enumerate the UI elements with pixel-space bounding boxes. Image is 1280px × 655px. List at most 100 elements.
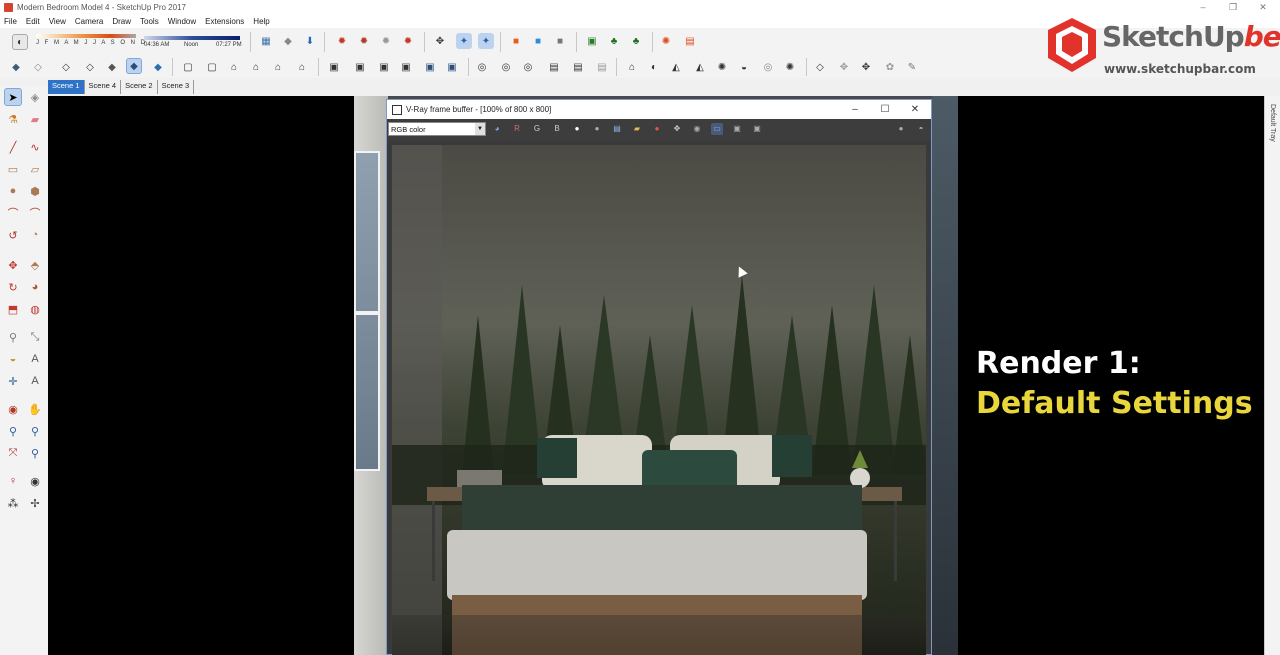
vfb-minimize-button[interactable]: – bbox=[841, 100, 869, 119]
menu-tools[interactable]: Tools bbox=[140, 17, 159, 26]
position-camera-icon[interactable]: ♀ bbox=[4, 472, 22, 490]
move-up-icon[interactable]: ✥ bbox=[858, 59, 874, 75]
alpha-white-icon[interactable]: ● bbox=[571, 123, 583, 135]
vray-sun-icon[interactable]: ✺ bbox=[782, 59, 798, 75]
hidden-line-style-icon[interactable]: ◇ bbox=[82, 59, 98, 75]
sandbox-scratch-icon[interactable]: ◎ bbox=[498, 59, 514, 75]
move-object-icon[interactable]: ✥ bbox=[432, 33, 448, 49]
union-icon[interactable]: ▣ bbox=[326, 59, 342, 75]
shadows-toggle-icon[interactable]: ◐ bbox=[12, 34, 28, 50]
section-plane-tool-icon[interactable]: ✢ bbox=[26, 494, 44, 512]
render-teapot-icon[interactable]: ◓ bbox=[915, 123, 927, 135]
vfb-close-button[interactable]: ✕ bbox=[901, 100, 929, 119]
menu-window[interactable]: Window bbox=[168, 17, 196, 26]
sun-light-icon[interactable]: ✺ bbox=[658, 33, 674, 49]
xray-style-icon[interactable]: ◇ bbox=[30, 59, 46, 75]
share-model-icon[interactable]: ◆ bbox=[280, 33, 296, 49]
section-cut-icon[interactable]: ▤ bbox=[570, 59, 586, 75]
plane-icon[interactable]: ◇ bbox=[812, 59, 828, 75]
vray-omni-icon[interactable]: ✺ bbox=[714, 59, 730, 75]
outer-shell-icon[interactable]: ▣ bbox=[444, 59, 460, 75]
back-view-icon[interactable]: ⌂ bbox=[270, 59, 286, 75]
tab-scene-4[interactable]: Scene 4 bbox=[84, 80, 122, 94]
vray-ies-icon[interactable]: ◭ bbox=[692, 59, 708, 75]
shadow-month-slider[interactable] bbox=[36, 34, 136, 38]
previous-view-icon[interactable]: ⚲ bbox=[26, 444, 44, 462]
circle-tool-icon[interactable]: ● bbox=[4, 182, 22, 200]
menu-view[interactable]: View bbox=[49, 17, 66, 26]
arc-tool-icon[interactable]: ⌒ bbox=[4, 204, 22, 222]
vray-mesh-icon[interactable]: ■ bbox=[552, 33, 568, 49]
minimize-button[interactable]: – bbox=[1188, 0, 1218, 14]
scatter-icon[interactable]: ♣ bbox=[606, 33, 622, 49]
load-image-icon[interactable]: ▰ bbox=[631, 123, 643, 135]
menu-file[interactable]: File bbox=[4, 17, 17, 26]
tape-measure-icon[interactable]: ⚲ bbox=[4, 328, 22, 346]
wireframe-style-icon[interactable]: ◇ bbox=[58, 59, 74, 75]
top-view-icon[interactable]: ▢ bbox=[204, 59, 220, 75]
default-tray[interactable]: Default Tray bbox=[1264, 96, 1280, 655]
track-mouse-icon[interactable]: ✥ bbox=[671, 123, 683, 135]
history-icon[interactable]: ▣ bbox=[751, 123, 763, 135]
restore-button[interactable]: ❐ bbox=[1218, 0, 1248, 14]
grass-icon[interactable]: ✿ bbox=[882, 59, 898, 75]
vray-proxy-icon[interactable]: ■ bbox=[530, 33, 546, 49]
vray-light-icon[interactable]: ✦ bbox=[456, 33, 472, 49]
iso-view-icon[interactable]: ▢ bbox=[180, 59, 196, 75]
vray-mesh-light-icon[interactable]: ◒ bbox=[736, 59, 752, 75]
walk-tool-icon[interactable]: ⁂ bbox=[4, 494, 22, 512]
line-tool-icon[interactable]: ╱ bbox=[4, 138, 22, 156]
vray-spot-icon[interactable]: ◭ bbox=[668, 59, 684, 75]
tab-scene-1[interactable]: Scene 1 bbox=[48, 80, 85, 94]
look-around-icon[interactable]: ◉ bbox=[26, 472, 44, 490]
link-icon[interactable]: ▣ bbox=[731, 123, 743, 135]
paint-bucket-icon[interactable]: ⚗ bbox=[4, 110, 22, 128]
vray-frame-buffer-window[interactable]: V-Ray frame buffer - [100% of 800 x 800]… bbox=[386, 99, 932, 655]
scatter-tree-icon[interactable]: ♣ bbox=[628, 33, 644, 49]
vray-dome-light-icon[interactable]: ◎ bbox=[760, 59, 776, 75]
textured-style-icon[interactable]: ◆ bbox=[126, 58, 142, 74]
left-view-icon[interactable]: ⌂ bbox=[294, 59, 310, 75]
eraser-icon[interactable]: ▰ bbox=[26, 110, 44, 128]
paint-style-icon[interactable]: ◆ bbox=[8, 59, 24, 75]
move-drop-icon[interactable]: ✥ bbox=[836, 59, 852, 75]
vray-asset-editor-icon[interactable]: ✹ bbox=[400, 33, 416, 49]
offset-tool-icon[interactable]: ◍ bbox=[26, 300, 44, 318]
trim-icon[interactable]: ▣ bbox=[376, 59, 392, 75]
section-plane-icon[interactable]: ▤ bbox=[546, 59, 562, 75]
sandbox-contours-icon[interactable]: ◎ bbox=[474, 59, 490, 75]
download-icon[interactable]: ⬇ bbox=[302, 33, 318, 49]
two-point-arc-icon[interactable]: ⌒ bbox=[26, 204, 44, 222]
freehand-tool-icon[interactable]: ∿ bbox=[26, 138, 44, 156]
vray-cloud-icon[interactable]: ✹ bbox=[378, 33, 394, 49]
menu-camera[interactable]: Camera bbox=[75, 17, 103, 26]
intersect-icon[interactable]: ▣ bbox=[398, 59, 414, 75]
section-fill-icon[interactable]: ▤ bbox=[594, 59, 610, 75]
infinite-plane-icon[interactable]: ■ bbox=[508, 33, 524, 49]
menu-help[interactable]: Help bbox=[253, 17, 269, 26]
warehouse-icon[interactable]: ▦ bbox=[258, 33, 274, 49]
pie-tool-icon[interactable]: ◔ bbox=[26, 226, 44, 244]
front-view-icon[interactable]: ⌂ bbox=[226, 59, 242, 75]
brush-icon[interactable]: ✎ bbox=[904, 59, 920, 75]
follow-me-icon[interactable]: ◕ bbox=[26, 278, 44, 296]
blue-channel-button[interactable]: B bbox=[551, 123, 563, 135]
channel-select[interactable]: RGB color ▼ bbox=[388, 122, 486, 136]
save-image-icon[interactable]: ▤ bbox=[611, 123, 623, 135]
stop-render-icon[interactable]: ● bbox=[895, 123, 907, 135]
menu-extensions[interactable]: Extensions bbox=[205, 17, 244, 26]
protractor-icon[interactable]: ◒ bbox=[4, 350, 22, 368]
smoove-icon[interactable]: ◎ bbox=[520, 59, 536, 75]
push-pull-icon[interactable]: ⬘ bbox=[26, 256, 44, 274]
move-tool-icon[interactable]: ✥ bbox=[4, 256, 22, 274]
three-point-arc-icon[interactable]: ↺ bbox=[4, 226, 22, 244]
zoom-window-icon[interactable]: ⚲ bbox=[26, 422, 44, 440]
subtract-icon[interactable]: ▣ bbox=[352, 59, 368, 75]
tab-scene-3[interactable]: Scene 3 bbox=[157, 80, 195, 94]
color-channels-icon[interactable]: ◕ bbox=[491, 123, 503, 135]
3d-text-icon[interactable]: A bbox=[26, 372, 44, 390]
select-tool-icon[interactable]: ➤ bbox=[4, 88, 22, 106]
dimension-tool-icon[interactable]: ⤡ bbox=[26, 328, 44, 346]
close-button[interactable]: ✕ bbox=[1248, 0, 1278, 14]
rotated-rectangle-icon[interactable]: ▱ bbox=[26, 160, 44, 178]
